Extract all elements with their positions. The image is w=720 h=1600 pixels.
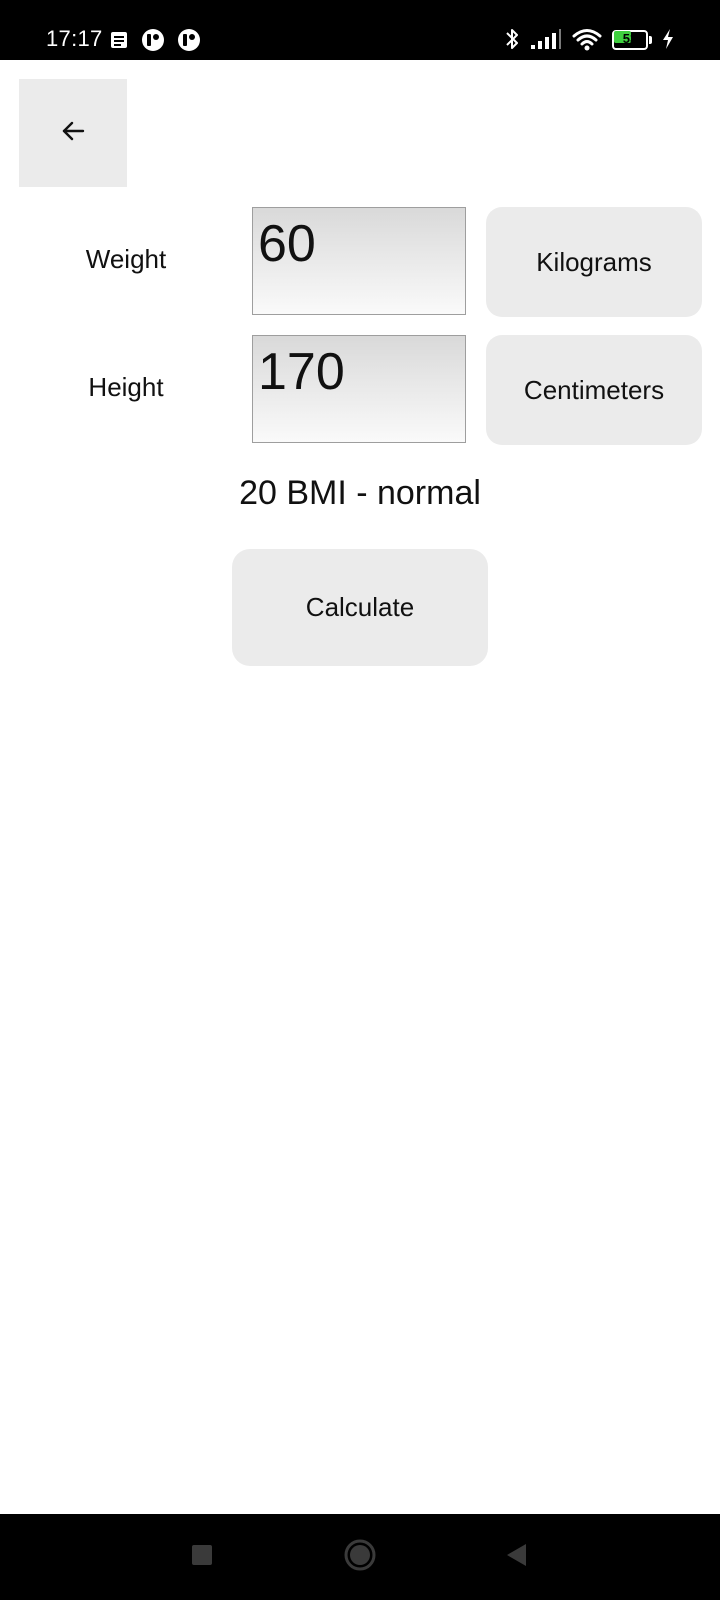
status-notification-icons [109, 28, 201, 52]
status-time: 17:17 [46, 26, 103, 51]
status-system-icons: 53 [504, 26, 674, 52]
navigation-bar [0, 1514, 720, 1600]
weight-label: Weight [85, 244, 167, 274]
status-bar: 17:17 53 [0, 0, 720, 60]
notification-icon [109, 30, 129, 50]
home-button[interactable] [320, 1514, 400, 1600]
weight-input[interactable]: 60 [252, 207, 466, 315]
home-circle-icon [343, 1538, 377, 1576]
back-triangle-icon [504, 1542, 528, 1572]
height-label: Height [88, 372, 164, 402]
battery-level-text: 53 [622, 31, 638, 46]
bmi-result: 20 BMI - normal [239, 474, 481, 512]
recents-square-icon [190, 1543, 214, 1571]
height-unit-button[interactable]: Centimeters [486, 335, 702, 445]
app-notification-icon [177, 28, 201, 52]
system-back-button[interactable] [476, 1514, 556, 1600]
calculate-button[interactable]: Calculate [232, 549, 488, 666]
cellular-signal-icon [530, 28, 562, 50]
charging-icon [662, 28, 674, 50]
weight-unit-button[interactable]: Kilograms [486, 207, 702, 317]
wifi-icon [572, 27, 602, 51]
height-input[interactable]: 170 [252, 335, 466, 443]
recents-button[interactable] [162, 1514, 242, 1600]
arrow-left-icon [60, 118, 86, 148]
battery-icon: 53 [612, 29, 652, 50]
app-notification-icon [141, 28, 165, 52]
back-button[interactable] [19, 79, 127, 187]
bluetooth-icon [504, 26, 520, 52]
